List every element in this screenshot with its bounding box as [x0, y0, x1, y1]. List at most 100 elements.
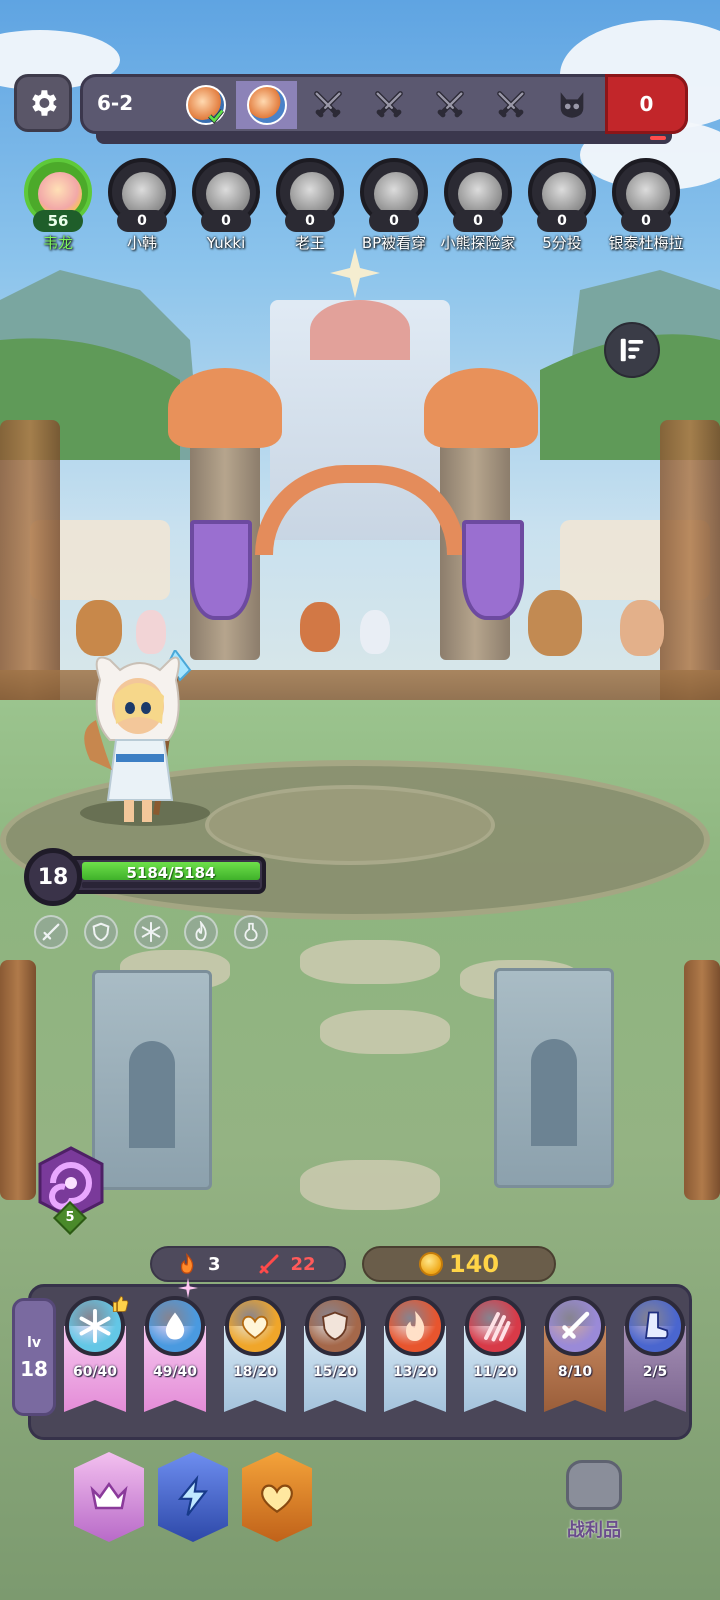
stone-pillar-left: [92, 970, 212, 1190]
player-card[interactable]: 0 5分投: [522, 158, 602, 252]
sword-icon: [42, 923, 60, 941]
status-shield-slot[interactable]: [84, 915, 118, 949]
player-name: 老王: [294, 234, 325, 252]
player-score: 0: [537, 210, 587, 232]
loot-label: 战利品: [567, 1520, 621, 1541]
snowflake-icon: [79, 1309, 111, 1343]
player-name: 银泰杜梅拉: [608, 234, 684, 252]
heart-swirl-button[interactable]: [242, 1452, 312, 1542]
snowflake-icon: [141, 921, 161, 943]
rabbit-spectator: [136, 610, 166, 654]
card-progress: 60/40: [72, 1364, 118, 1380]
status-potion-slot[interactable]: [234, 915, 268, 949]
card-gem: [145, 1296, 205, 1356]
round-current[interactable]: [236, 81, 297, 129]
player-name: BP被看穿: [361, 234, 427, 252]
banner: [462, 520, 524, 620]
claw-slash-icon: [484, 1312, 511, 1342]
crown-button[interactable]: [74, 1452, 144, 1542]
status-sword-slot[interactable]: [34, 915, 68, 949]
crown-icon: [90, 1481, 128, 1510]
castle-roof: [310, 300, 410, 360]
card-gem: [625, 1296, 685, 1356]
player-score: 0: [453, 210, 503, 232]
status-frost-slot[interactable]: [134, 915, 168, 949]
fox-spectator: [300, 602, 340, 652]
upgrade-card[interactable]: 15/20: [304, 1296, 366, 1416]
bear-spectator: [528, 590, 582, 656]
fire-count: 3: [208, 1253, 221, 1275]
player-card[interactable]: 0 Yukki: [186, 158, 266, 252]
upgrade-card[interactable]: 2/5: [624, 1296, 686, 1416]
player-name: 5分投: [542, 234, 582, 252]
card-progress: 11/20: [472, 1364, 518, 1380]
upgrade-card[interactable]: 13/20: [384, 1296, 446, 1416]
hp-bar-frame: 5184/5184: [64, 856, 266, 894]
gold-display: 140: [362, 1246, 556, 1282]
hero-level-badge: 18: [24, 848, 82, 906]
shield-icon: [92, 922, 110, 942]
card-gem: [545, 1296, 605, 1356]
round-boss[interactable]: [541, 81, 602, 129]
player-name: 小韩: [126, 234, 157, 252]
loot-button[interactable]: 战利品: [556, 1460, 632, 1556]
card-progress: 8/10: [557, 1364, 593, 1380]
thumbs-up-icon: [112, 1296, 129, 1312]
player-score: 56: [33, 210, 83, 232]
player-card[interactable]: 56 韦龙: [18, 158, 98, 252]
sparkle-icon: [178, 1278, 198, 1298]
card-gem: [305, 1296, 365, 1356]
hero-status-effects: [34, 915, 268, 949]
card-progress: 18/20: [232, 1364, 278, 1380]
status-fire-slot[interactable]: [184, 915, 218, 949]
card-gem: [465, 1296, 525, 1356]
card-progress: 13/20: [392, 1364, 438, 1380]
stage-label: 6-2: [97, 91, 134, 115]
player-card[interactable]: 0 小熊探险家: [438, 158, 518, 252]
stats-list-icon: [620, 338, 644, 362]
gold-amount: 140: [448, 1250, 500, 1278]
shield-icon: [322, 1311, 348, 1341]
tower-roof: [168, 368, 282, 448]
level-value: 18: [20, 1357, 48, 1381]
upgrade-card[interactable]: 11/20: [464, 1296, 526, 1416]
crossed-swords-icon: [435, 91, 464, 118]
hero-character[interactable]: [80, 650, 200, 830]
boss-skull-icon: [560, 92, 583, 118]
cat-spectator: [620, 600, 664, 656]
paving-stone: [300, 940, 440, 984]
player-card[interactable]: 0 BP被看穿: [354, 158, 434, 252]
round-cleared[interactable]: [175, 81, 236, 129]
sword-icon: [562, 1311, 590, 1339]
wooden-post-right: [684, 960, 720, 1200]
combat-stats: 3 22: [150, 1246, 346, 1282]
paving-stone: [320, 1010, 450, 1054]
player-card[interactable]: 0 老王: [270, 158, 350, 252]
stats-button[interactable]: [604, 322, 660, 378]
card-gem: [385, 1296, 445, 1356]
round-battle[interactable]: [480, 81, 541, 129]
player-name: 小熊探险家: [440, 234, 516, 252]
round-battle[interactable]: [419, 81, 480, 129]
round-battle[interactable]: [358, 81, 419, 129]
player-card[interactable]: 0 银泰杜梅拉: [606, 158, 686, 252]
player-card[interactable]: 0 小韩: [102, 158, 182, 252]
upgrade-card[interactable]: 60/40: [64, 1296, 129, 1416]
upgrade-card[interactable]: 8/10: [544, 1296, 606, 1416]
player-score: 0: [621, 210, 671, 232]
flame-icon: [180, 1253, 194, 1274]
stage-progress-bar: 6-2: [80, 74, 688, 134]
lightning-button[interactable]: [158, 1452, 228, 1542]
lightning-icon: [177, 1475, 209, 1517]
round-battle[interactable]: [297, 81, 358, 129]
player-score: 0: [369, 210, 419, 232]
flame-icon: [406, 1311, 425, 1341]
checkmark-icon: [208, 109, 225, 124]
crossed-swords-icon: [374, 91, 403, 118]
settings-button[interactable]: [14, 74, 72, 132]
player-score: 0: [117, 210, 167, 232]
upgrade-card[interactable]: 49/40: [144, 1278, 206, 1416]
upgrade-card[interactable]: 18/20: [224, 1296, 286, 1416]
portrait-current-icon: [246, 85, 287, 125]
player-score: 0: [201, 210, 251, 232]
